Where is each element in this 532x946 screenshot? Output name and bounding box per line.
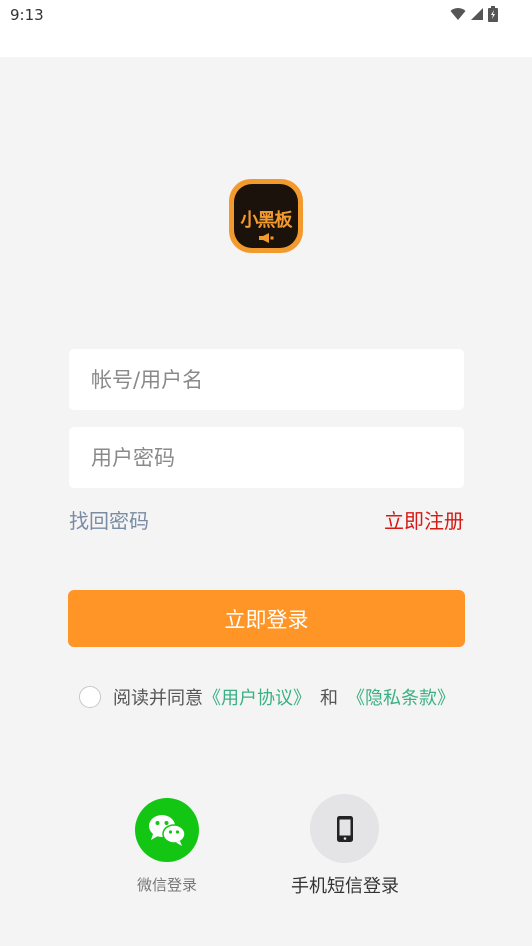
agreement-separator: 和 — [320, 688, 338, 709]
phone-icon — [336, 815, 353, 842]
wechat-login-label: 微信登录 — [136, 876, 197, 894]
register-link[interactable]: 立即注册 — [384, 505, 464, 534]
status-icons — [450, 6, 498, 22]
megaphone-icon — [259, 233, 274, 243]
agreement-prefix: 阅读并同意 — [113, 688, 203, 709]
login-button[interactable]: 立即登录 — [68, 590, 465, 647]
sms-login-label: 手机短信登录 — [291, 876, 399, 897]
status-bar: 9:13 — [0, 0, 532, 57]
app-logo: 小黑板 — [229, 179, 303, 253]
password-field[interactable] — [69, 427, 464, 488]
wifi-icon — [450, 8, 466, 20]
signal-icon — [471, 8, 483, 20]
logo-badge: 小黑板 — [234, 184, 298, 248]
agreement-row: 阅读并同意 《用户协议》 和 《隐私条款》 — [79, 684, 455, 710]
wechat-icon — [149, 815, 186, 846]
sms-login-button[interactable] — [310, 794, 379, 863]
wechat-login-button[interactable] — [135, 798, 199, 862]
user-agreement-link[interactable]: 《用户协议》 — [203, 684, 311, 710]
privacy-policy-link[interactable]: 《隐私条款》 — [347, 684, 455, 710]
password-input[interactable] — [69, 427, 464, 488]
logo-text: 小黑板 — [240, 210, 293, 231]
username-field[interactable] — [69, 349, 464, 410]
agreement-checkbox[interactable] — [79, 686, 101, 708]
battery-icon — [488, 6, 498, 22]
status-time: 9:13 — [10, 6, 44, 24]
username-input[interactable] — [69, 349, 464, 410]
forgot-password-link[interactable]: 找回密码 — [69, 505, 149, 534]
